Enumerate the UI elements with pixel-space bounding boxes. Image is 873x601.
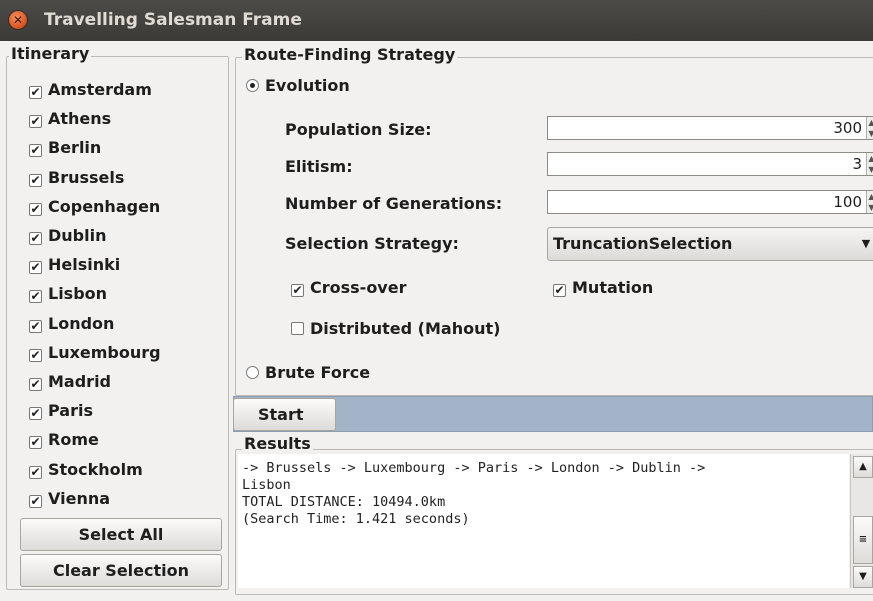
city-checkbox-copenhagen[interactable]: ✔ Copenhagen bbox=[29, 194, 160, 220]
city-checkbox-paris[interactable]: ✔ Paris bbox=[29, 398, 93, 424]
mutation-label: Mutation bbox=[572, 278, 654, 297]
checkbox-checked-icon: ✔ bbox=[29, 377, 42, 391]
checkbox-checked-icon: ✔ bbox=[29, 114, 42, 129]
title-bar: ✕ Travelling Salesman Frame bbox=[0, 0, 873, 41]
city-label: Copenhagen bbox=[48, 196, 161, 216]
checkbox-checked-icon: ✔ bbox=[29, 318, 42, 333]
city-label: Brussels bbox=[48, 167, 125, 187]
elitism-field[interactable]: 3 ▲ ▼ bbox=[547, 152, 873, 176]
city-label: London bbox=[48, 313, 115, 333]
city-checkbox-madrid[interactable]: ✔ Madrid bbox=[29, 369, 111, 395]
city-checkbox-amsterdam[interactable]: ✔ Amsterdam bbox=[29, 77, 152, 103]
city-checkbox-vienna[interactable]: ✔ Vienna bbox=[29, 486, 110, 512]
city-label: Dublin bbox=[48, 226, 107, 245]
checkbox-checked-icon: ✔ bbox=[29, 435, 42, 450]
selection-strategy-value: TruncationSelection bbox=[553, 234, 733, 253]
results-line: (Search Time: 1.421 seconds) bbox=[242, 511, 470, 527]
selection-strategy-dropdown[interactable]: TruncationSelection ▼ bbox=[547, 227, 873, 261]
distributed-checkbox[interactable]: Distributed (Mahout) bbox=[291, 319, 500, 338]
city-label: Madrid bbox=[48, 372, 111, 391]
selection-strategy-label: Selection Strategy: bbox=[285, 234, 459, 253]
chevron-down-icon: ▼ bbox=[861, 237, 871, 250]
mutation-checkbox[interactable]: ✔ Mutation bbox=[553, 278, 653, 297]
crossover-label: Cross-over bbox=[310, 278, 407, 297]
results-textarea[interactable]: -> Brussels -> Luxembourg -> Paris -> Lo… bbox=[238, 454, 849, 588]
checkbox-checked-icon: ✔ bbox=[29, 493, 42, 508]
radio-selected-icon bbox=[246, 79, 259, 92]
scroll-thumb[interactable]: ≡ bbox=[853, 516, 873, 564]
close-icon[interactable]: ✕ bbox=[9, 11, 27, 29]
evolution-label: Evolution bbox=[265, 76, 350, 95]
elitism-value: 3 bbox=[852, 155, 862, 173]
results-line: TOTAL DISTANCE: 10494.0km bbox=[242, 494, 446, 510]
checkbox-checked-icon: ✔ bbox=[553, 283, 566, 297]
results-line: Lisbon bbox=[242, 477, 291, 493]
city-checkbox-athens[interactable]: ✔ Athens bbox=[29, 106, 111, 132]
results-scrollbar[interactable]: ▲ ≡ ▼ bbox=[850, 454, 873, 588]
city-checkbox-brussels[interactable]: ✔ Brussels bbox=[29, 165, 124, 191]
spinner-arrows-icon[interactable]: ▲ ▼ bbox=[866, 117, 873, 139]
checkbox-checked-icon: ✔ bbox=[29, 260, 42, 275]
city-checkbox-london[interactable]: ✔ London bbox=[29, 311, 114, 337]
checkbox-unchecked-icon bbox=[291, 322, 304, 335]
select-all-button[interactable]: Select All bbox=[20, 518, 222, 551]
city-label: Paris bbox=[48, 401, 93, 421]
checkbox-checked-icon: ✔ bbox=[29, 85, 42, 99]
radio-unselected-icon bbox=[246, 366, 259, 379]
start-button[interactable]: Start bbox=[233, 398, 336, 431]
city-label: Helsinki bbox=[48, 255, 121, 275]
strategy-title: Route-Finding Strategy bbox=[242, 45, 458, 64]
brute-force-label: Brute Force bbox=[265, 363, 371, 382]
population-value: 300 bbox=[833, 119, 862, 137]
population-field[interactable]: 300 ▲ ▼ bbox=[547, 116, 873, 140]
generations-field[interactable]: 100 ▲ ▼ bbox=[547, 190, 873, 214]
generations-label: Number of Generations: bbox=[285, 194, 503, 213]
window-title: Travelling Salesman Frame bbox=[44, 10, 302, 30]
checkbox-checked-icon: ✔ bbox=[29, 406, 42, 421]
city-label: Rome bbox=[48, 430, 99, 450]
spinner-arrows-icon[interactable]: ▲ ▼ bbox=[866, 191, 873, 213]
clear-selection-button[interactable]: Clear Selection bbox=[20, 554, 222, 587]
city-label: Stockholm bbox=[48, 459, 143, 479]
city-checkbox-helsinki[interactable]: ✔ Helsinki bbox=[29, 252, 120, 278]
checkbox-checked-icon: ✔ bbox=[29, 172, 42, 187]
results-title: Results bbox=[242, 434, 313, 453]
generations-value: 100 bbox=[833, 193, 862, 211]
checkbox-checked-icon: ✔ bbox=[29, 201, 42, 216]
city-checkbox-berlin[interactable]: ✔ Berlin bbox=[29, 135, 101, 161]
city-checkbox-luxembourg[interactable]: ✔ Luxembourg bbox=[29, 340, 161, 366]
evolution-radio[interactable]: Evolution bbox=[246, 76, 350, 95]
checkbox-checked-icon: ✔ bbox=[29, 289, 42, 304]
city-label: Luxembourg bbox=[48, 342, 161, 362]
city-checkbox-dublin[interactable]: ✔ Dublin bbox=[29, 223, 106, 249]
city-checkbox-stockholm[interactable]: ✔ Stockholm bbox=[29, 457, 143, 483]
city-label: Lisbon bbox=[48, 284, 108, 304]
population-label: Population Size: bbox=[285, 120, 432, 139]
checkbox-checked-icon: ✔ bbox=[291, 283, 304, 297]
city-checkbox-lisbon[interactable]: ✔ Lisbon bbox=[29, 281, 107, 307]
city-label: Amsterdam bbox=[48, 80, 152, 99]
brute-force-radio[interactable]: Brute Force bbox=[246, 363, 370, 382]
checkbox-checked-icon: ✔ bbox=[29, 347, 42, 362]
scroll-up-icon[interactable]: ▲ bbox=[853, 456, 873, 478]
crossover-checkbox[interactable]: ✔ Cross-over bbox=[291, 278, 406, 297]
scroll-down-icon[interactable]: ▼ bbox=[853, 566, 873, 588]
checkbox-checked-icon: ✔ bbox=[29, 143, 42, 158]
checkbox-checked-icon: ✔ bbox=[29, 464, 42, 479]
city-label: Vienna bbox=[48, 488, 111, 508]
elitism-label: Elitism: bbox=[285, 157, 353, 176]
itinerary-title: Itinerary bbox=[9, 44, 92, 63]
checkbox-checked-icon: ✔ bbox=[29, 231, 42, 245]
distributed-label: Distributed (Mahout) bbox=[310, 319, 501, 338]
spinner-arrows-icon[interactable]: ▲ ▼ bbox=[866, 153, 873, 175]
city-label: Athens bbox=[48, 109, 112, 129]
city-label: Berlin bbox=[48, 138, 102, 158]
results-line: -> Brussels -> Luxembourg -> Paris -> Lo… bbox=[242, 460, 706, 476]
city-checkbox-rome[interactable]: ✔ Rome bbox=[29, 427, 99, 453]
